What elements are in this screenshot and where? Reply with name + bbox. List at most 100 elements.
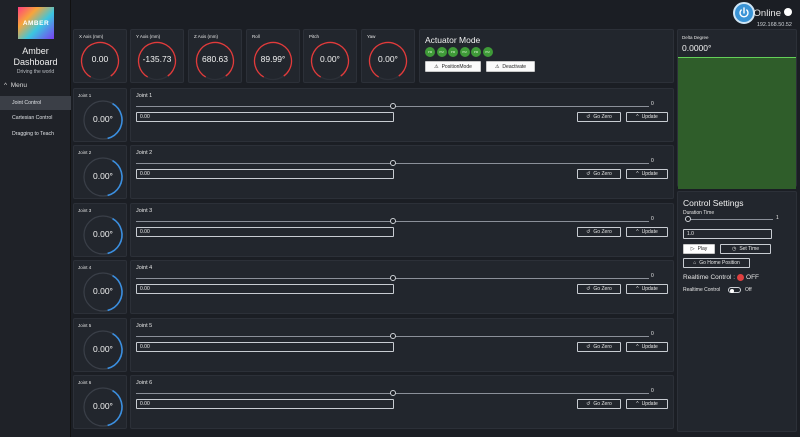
go-zero-button[interactable]: ↺ Go Zero [577,342,621,352]
joint-slider-value: 0 [651,101,654,107]
update-button[interactable]: ^ Update [626,284,668,294]
update-button[interactable]: ^ Update [626,112,668,122]
update-label: Update [641,344,658,350]
realtime-toggle-value: Off [745,287,752,293]
warning-icon: ⚠ [494,63,500,70]
update-button[interactable]: ^ Update [626,169,668,179]
go-zero-button[interactable]: ↺ Go Zero [577,227,621,237]
realtime-control-status: Realtime Control : OFF [683,274,759,281]
actuator-mode-title: Actuator Mode [425,35,481,45]
undo-icon: ↺ [586,171,591,177]
menu-header[interactable]: ^ Menu [4,82,27,89]
actuator-led-icon: PM [436,47,447,57]
realtime-control-toggle[interactable] [728,287,741,293]
axis-label: Yaw [367,34,376,39]
online-indicator-icon [784,7,792,16]
joint-slider-thumb[interactable] [389,390,396,396]
update-button[interactable]: ^ Update [626,342,668,352]
axis-value: 89.99° [260,54,286,64]
logo-text: AMBER [22,19,50,27]
power-glyph [739,7,749,18]
play-button[interactable]: ▷ Play [683,244,715,254]
update-label: Update [641,114,658,120]
joint-gauge-card: Joint 6 0.00° [73,375,127,429]
joint-slider-thumb[interactable] [389,333,396,339]
sidebar-item-label: Cartesian Control [12,115,53,121]
deactivate-button[interactable]: ⚠ Deactivate [486,61,535,72]
go-zero-label: Go Zero [593,286,612,292]
power-icon[interactable] [733,2,755,24]
duration-slider-thumb[interactable] [685,216,691,222]
go-zero-button[interactable]: ↺ Go Zero [577,399,621,409]
toggle-knob [730,288,734,293]
deactivate-label: Deactivate [502,63,527,70]
axis-card: Pitch 0.00° [303,29,357,83]
axis-label: Pitch [309,34,320,39]
chevron-up-icon: ^ [636,229,639,235]
set-time-label: Set Time [739,246,760,252]
axis-card: X Axis (mm) 0.00 [73,29,127,83]
joint-title: Joint 2 [136,150,153,156]
joint-control-card: Joint 1 0 0.00 ↺ Go Zero ^ Update [130,88,674,142]
sidebar-item-dragging-to-teach[interactable]: Dragging to Teach [0,127,71,141]
joint-slider-value: 0 [651,331,654,337]
go-zero-label: Go Zero [593,229,612,235]
update-button[interactable]: ^ Update [626,399,668,409]
top-bar: Online 192.168.50.52 [0,0,800,28]
undo-icon: ↺ [586,229,591,235]
chevron-up-icon: ^ [636,171,639,177]
position-mode-button[interactable]: ⚠ PositionMode [425,61,481,72]
go-zero-button[interactable]: ↺ Go Zero [577,169,621,179]
joint-title: Joint 3 [136,208,153,214]
joint-angle-input[interactable]: 0.00 [136,284,394,294]
go-zero-label: Go Zero [593,401,612,407]
joint-slider-thumb[interactable] [389,103,396,109]
chevron-up-icon: ^ [636,114,639,120]
joint-angle-input[interactable]: 0.00 [136,342,394,352]
realtime-status-label: Realtime Control : [683,274,736,282]
control-settings-title: Control Settings [683,198,744,208]
axis-label: Z Axis (mm) [194,34,218,39]
joint-angle-input[interactable]: 0.00 [136,227,394,237]
axis-card: Z Axis (mm) 680.63 [188,29,242,83]
update-button[interactable]: ^ Update [626,227,668,237]
go-home-label: Go Home Position [699,260,740,266]
axis-label: Y Axis (mm) [136,34,161,39]
joint-control-card: Joint 4 0 0.00 ↺ Go Zero ^ Update [130,260,674,314]
actuator-led-icon: PM [471,47,481,57]
joint-gauge-card: Joint 3 0.00° [73,203,127,257]
set-time-button[interactable]: ◷ Set Time [720,244,771,254]
joint-angle-input[interactable]: 0.00 [136,399,394,409]
axis-value: 0.00° [378,54,398,64]
sidebar-item-cartesian-control[interactable]: Cartesian Control [0,111,71,125]
axis-value: 0.00 [91,54,109,64]
duration-slider-track[interactable] [685,219,773,220]
chevron-up-icon: ^ [636,344,639,350]
go-zero-button[interactable]: ↺ Go Zero [577,284,621,294]
joint-slider-thumb[interactable] [389,218,396,224]
sidebar-item-joint-control[interactable]: Joint Control [0,96,71,110]
axis-card: Roll 89.99° [246,29,300,83]
realtime-status-indicator-icon [737,274,745,281]
go-zero-button[interactable]: ↺ Go Zero [577,112,621,122]
update-label: Update [641,286,658,292]
actuator-led-icon: PM [448,47,458,57]
joint-title: Joint 5 [136,323,153,329]
delta-degree-title: Delta Degree [682,35,709,40]
logo: AMBER [18,7,54,39]
joint-angle-input[interactable]: 0.00 [136,112,394,122]
axis-label: Roll [252,34,260,39]
joint-angle-input[interactable]: 0.00 [136,169,394,179]
joint-slider-thumb[interactable] [389,160,396,166]
go-home-position-button[interactable]: ⌂ Go Home Position [683,258,750,268]
joint-slider-thumb[interactable] [389,275,396,281]
undo-icon: ↺ [586,286,591,292]
update-label: Update [641,171,658,177]
joint-gauge-value: 0.00° [93,344,113,354]
realtime-toggle-label: Realtime Control [683,287,721,293]
chevron-up-icon: ^ [636,286,639,292]
home-icon: ⌂ [693,260,697,266]
axis-value: 680.63 [202,54,228,64]
sidebar-item-label: Joint Control [12,100,42,106]
duration-input[interactable]: 1.0 [683,229,772,239]
